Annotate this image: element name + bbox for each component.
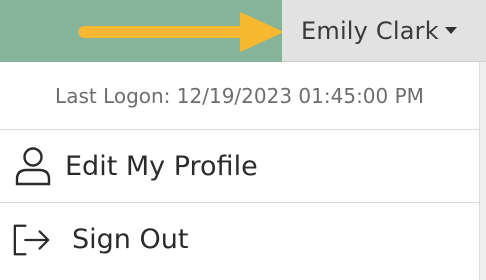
user-dropdown-menu: Last Logon: 12/19/2023 01:45:00 PM Edit … xyxy=(0,62,480,280)
background-edge xyxy=(480,62,486,280)
sign-out-item[interactable]: Sign Out xyxy=(0,203,479,276)
last-logon-text: Last Logon: 12/19/2023 01:45:00 PM xyxy=(0,62,479,130)
arrow-right-icon xyxy=(78,12,284,52)
user-menu-button[interactable]: Emily Clark xyxy=(282,0,486,62)
sign-out-label: Sign Out xyxy=(72,224,189,255)
sign-out-icon xyxy=(12,220,52,260)
user-name: Emily Clark xyxy=(301,16,439,45)
edit-profile-item[interactable]: Edit My Profile xyxy=(0,130,479,203)
edit-profile-label: Edit My Profile xyxy=(65,150,258,182)
user-icon xyxy=(13,146,53,186)
caret-down-icon xyxy=(444,27,457,34)
